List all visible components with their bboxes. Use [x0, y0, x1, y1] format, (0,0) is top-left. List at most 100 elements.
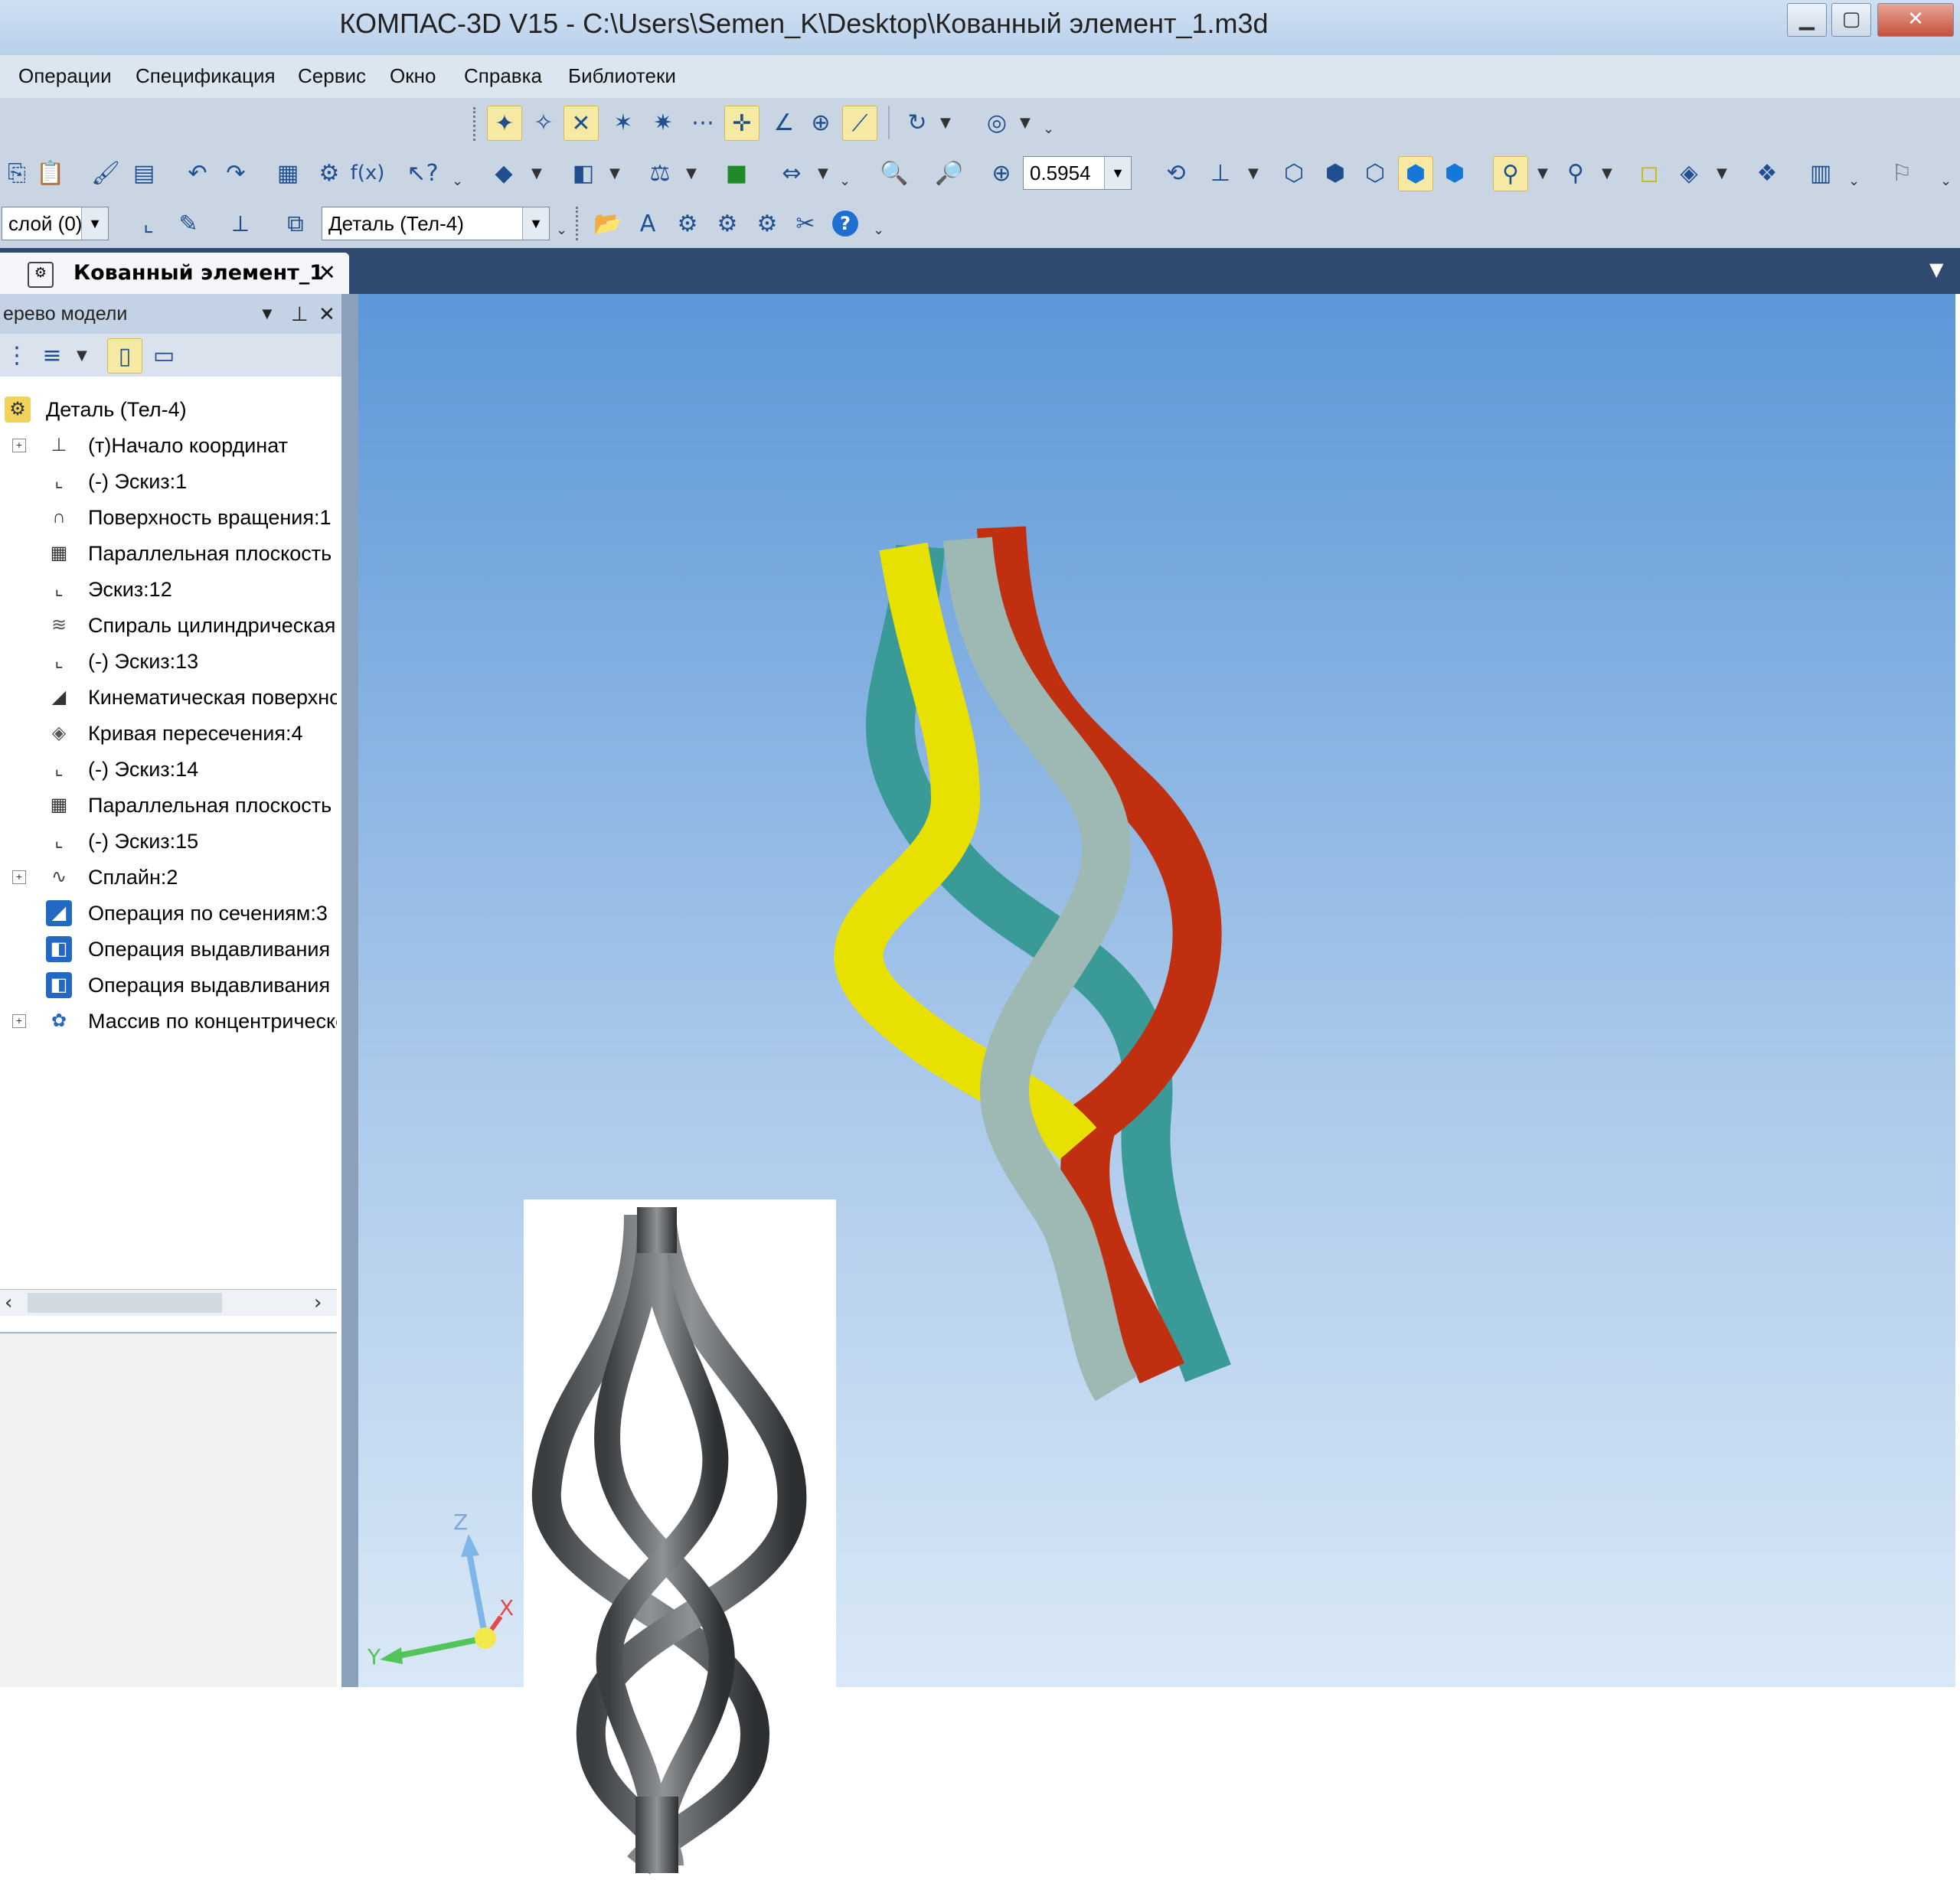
filter-select-icon[interactable]: ⚲: [1493, 156, 1528, 191]
tree-item[interactable]: ◢ Операция по сечениям:3: [0, 896, 337, 931]
tree-order-icon[interactable]: ≡: [35, 338, 69, 372]
close-button[interactable]: ✕: [1877, 3, 1954, 37]
menu-operations[interactable]: Операции: [18, 64, 112, 88]
tree-item[interactable]: ▦ Параллельная плоскость: [0, 536, 337, 571]
snap-angle-icon[interactable]: ∠: [767, 106, 801, 139]
toolbar-grip[interactable]: [576, 207, 583, 240]
shaded-edges-view-icon[interactable]: ⬢: [1438, 156, 1472, 190]
tree-item[interactable]: ≋ Спираль цилиндрическая: [0, 608, 337, 643]
tree-item[interactable]: ∩ Поверхность вращения:1: [0, 500, 337, 535]
chevron-down-icon[interactable]: ▼: [818, 165, 828, 181]
tree-item[interactable]: ▦ Параллельная плоскость: [0, 788, 337, 823]
chevron-down-icon[interactable]: ▼: [609, 165, 620, 181]
expand-icon[interactable]: +: [12, 1014, 26, 1028]
zoom-window-icon[interactable]: 🔍: [877, 156, 911, 190]
select-type-icon[interactable]: ⚲: [1559, 156, 1592, 190]
document-tab[interactable]: ⚙ Кованный элемент_1 ✕: [0, 253, 349, 294]
snap-point-on-curve-icon[interactable]: ⟋: [842, 106, 877, 141]
scrollbar-thumb[interactable]: [28, 1293, 222, 1313]
tree-item[interactable]: ⌞ (-) Эскиз:1: [0, 464, 337, 499]
paste-icon[interactable]: 📋: [34, 156, 67, 190]
library-tool-icon[interactable]: ⚙: [750, 207, 784, 240]
chevron-down-icon[interactable]: ▼: [1020, 115, 1031, 131]
format-brush-icon[interactable]: 🖌: [89, 156, 122, 190]
tree-item[interactable]: ◧ Операция выдавливания: [0, 932, 337, 967]
tree-item[interactable]: ◈ Кривая пересечения:4: [0, 716, 337, 751]
toolbar-overflow-icon[interactable]: ⌄: [1043, 121, 1054, 137]
tree-item[interactable]: ⌞ (-) Эскиз:13: [0, 644, 337, 679]
wireframe-view-icon[interactable]: ⬡: [1277, 156, 1311, 190]
tree-relations-icon[interactable]: ▭: [147, 338, 181, 372]
menu-libraries[interactable]: Библиотеки: [568, 64, 676, 88]
chevron-down-icon[interactable]: ▼: [77, 348, 87, 364]
orientation-icon[interactable]: ⊥: [1204, 156, 1237, 190]
menu-service[interactable]: Сервис: [298, 64, 366, 88]
chevron-down-icon[interactable]: ▼: [1717, 165, 1727, 181]
pin-icon[interactable]: ⊥: [291, 294, 309, 334]
extrude-tool-icon[interactable]: ◧: [567, 156, 600, 190]
tree-structure-icon[interactable]: ⋮: [0, 338, 34, 372]
panel-close-icon[interactable]: ✕: [318, 294, 335, 334]
variables-icon[interactable]: f(x): [351, 156, 385, 190]
help-pointer-icon[interactable]: ↖?: [406, 156, 439, 190]
snap-intersection-icon[interactable]: ✕: [564, 106, 599, 141]
open-library-icon[interactable]: 📂: [591, 207, 625, 240]
manager-icon[interactable]: ▦: [271, 156, 305, 190]
maximize-button[interactable]: ▢: [1831, 3, 1871, 37]
expand-icon[interactable]: +: [12, 439, 26, 452]
tree-item[interactable]: + ∿ Сплайн:2: [0, 860, 337, 895]
chevron-down-icon[interactable]: ▼: [686, 165, 697, 181]
shaded-view-icon[interactable]: ⬢: [1398, 156, 1433, 191]
chevron-down-icon[interactable]: ▼: [940, 115, 951, 131]
part-body-icon[interactable]: ⧉: [279, 207, 312, 240]
text-library-icon[interactable]: A: [631, 207, 665, 240]
scroll-left-icon[interactable]: ‹: [5, 1291, 12, 1314]
library-manager-icon[interactable]: ⚙: [312, 156, 346, 190]
panel-menu-chevron-icon[interactable]: ▼: [259, 294, 276, 334]
tree-root[interactable]: ⚙ Деталь (Тел-4): [0, 392, 337, 427]
undo-icon[interactable]: ↶: [181, 156, 214, 190]
expand-icon[interactable]: +: [12, 870, 26, 884]
help-icon[interactable]: ?: [828, 207, 862, 240]
rotate-icon[interactable]: ⟲: [1159, 156, 1193, 190]
toolbar-grip[interactable]: [473, 107, 480, 141]
snap-midpoint-icon[interactable]: ✛: [724, 106, 760, 141]
tools-icon[interactable]: ✂: [789, 207, 822, 240]
layer-select[interactable]: слой (0) ▼: [2, 207, 109, 240]
mass-properties-icon[interactable]: ■: [720, 156, 753, 190]
toolbar-overflow-icon[interactable]: ⌄: [1848, 173, 1860, 189]
tree-item[interactable]: + ⊥ (т)Начало координат: [0, 428, 337, 463]
shading-icon[interactable]: ◆: [487, 156, 521, 190]
tree-item[interactable]: ◧ Операция выдавливания: [0, 968, 337, 1003]
chevron-down-icon[interactable]: ▼: [531, 165, 542, 181]
zoom-in-icon[interactable]: ⊕: [985, 156, 1018, 190]
cube-icon[interactable]: ◻: [1632, 156, 1666, 190]
menu-specification[interactable]: Спецификация: [136, 64, 276, 88]
snap-grid-icon[interactable]: ⋯: [686, 106, 720, 139]
tree-view-mode-icon[interactable]: ▯: [107, 338, 142, 374]
zoom-scale-dropdown[interactable]: ▼: [1102, 156, 1132, 190]
minimize-button[interactable]: ▁: [1787, 3, 1827, 37]
library-tool-icon[interactable]: ⚙: [710, 207, 744, 240]
appearance-icon[interactable]: ❖: [1750, 156, 1784, 190]
edit-sketch-icon[interactable]: ✎: [172, 207, 205, 240]
properties-icon[interactable]: ▤: [127, 156, 161, 190]
menu-window[interactable]: Окно: [390, 64, 436, 88]
copy-icon[interactable]: ⎘: [0, 156, 34, 190]
thin-lines-view-icon[interactable]: ⬡: [1358, 156, 1392, 190]
tree-item[interactable]: ⌞ (-) Эскиз:14: [0, 752, 337, 787]
snap-end-icon[interactable]: ✧: [527, 106, 560, 139]
redo-icon[interactable]: ↷: [219, 156, 253, 190]
section-icon[interactable]: ◈: [1672, 156, 1706, 190]
measure-icon[interactable]: ⚖: [643, 156, 677, 190]
menu-help[interactable]: Справка: [464, 64, 542, 88]
snap-tangent-icon[interactable]: ✶: [606, 106, 640, 139]
panel-splitter[interactable]: [341, 294, 358, 1687]
chevron-down-icon[interactable]: ▼: [1248, 165, 1259, 181]
hidden-lines-view-icon[interactable]: ⬢: [1318, 156, 1352, 190]
local-snap-icon[interactable]: ↻: [900, 106, 934, 139]
sketch-tool-icon[interactable]: ⌞: [132, 207, 165, 240]
zoom-all-icon[interactable]: 🔎: [933, 156, 966, 190]
part-select[interactable]: Деталь (Тел-4) ▼: [322, 207, 550, 240]
toolbar-overflow-icon[interactable]: ⌄: [452, 173, 463, 189]
